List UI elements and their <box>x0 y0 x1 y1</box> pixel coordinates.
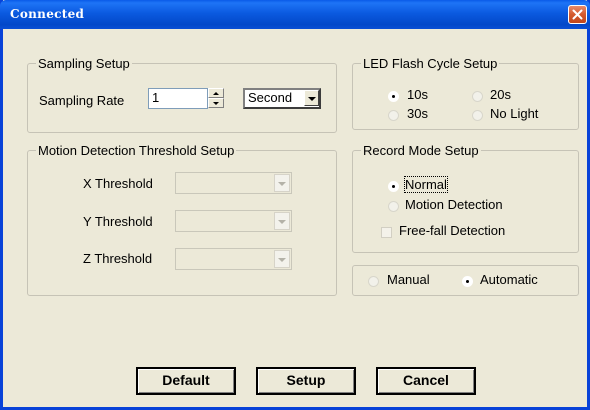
z-threshold-label: Z Threshold <box>83 251 153 266</box>
led-flash-group: LED Flash Cycle Setup <box>352 56 579 130</box>
y-threshold-select[interactable] <box>175 210 292 232</box>
cancel-button-label: Cancel <box>403 372 449 388</box>
spin-down-button[interactable] <box>208 98 224 108</box>
setup-button-label: Setup <box>286 372 326 388</box>
freefall-label: Free-fall Detection <box>399 223 506 238</box>
spin-up-button[interactable] <box>208 88 224 98</box>
spin-up-icon <box>213 92 219 95</box>
led-radio-10s[interactable] <box>388 91 399 102</box>
mode-radio-manual[interactable] <box>368 276 379 287</box>
chevron-down-icon <box>308 97 316 101</box>
led-radio-no-light[interactable] <box>472 110 483 121</box>
default-button-label: Default <box>162 372 210 388</box>
led-label-30s: 30s <box>407 106 428 121</box>
led-radio-20s[interactable] <box>472 91 483 102</box>
chevron-down-icon <box>278 220 286 224</box>
motion-threshold-title: Motion Detection Threshold Setup <box>36 143 237 158</box>
record-mode-title: Record Mode Setup <box>361 143 481 158</box>
close-button[interactable] <box>568 5 587 24</box>
mode-label-automatic: Automatic <box>480 272 538 287</box>
record-radio-motion[interactable] <box>388 201 399 212</box>
dialog-window: Connected Sampling Setup Sampling Rate 1… <box>0 0 590 410</box>
sampling-setup-title: Sampling Setup <box>36 56 132 71</box>
y-threshold-dropdown-button[interactable] <box>274 212 290 230</box>
led-label-20s: 20s <box>490 87 511 102</box>
title-bar[interactable]: Connected <box>0 0 590 29</box>
sampling-rate-label: Sampling Rate <box>39 93 125 108</box>
mode-radio-automatic[interactable] <box>462 276 473 287</box>
chevron-down-icon <box>278 258 286 262</box>
window-title: Connected <box>10 7 85 21</box>
default-button[interactable]: Default <box>136 367 236 395</box>
sampling-unit-select[interactable]: Second <box>243 88 321 109</box>
setup-button[interactable]: Setup <box>256 367 356 395</box>
record-label-normal: Normal <box>404 176 448 193</box>
sampling-unit-dropdown-button[interactable] <box>304 90 319 106</box>
chevron-down-icon <box>278 182 286 186</box>
x-threshold-dropdown-button[interactable] <box>274 174 290 192</box>
x-threshold-label: X Threshold <box>83 176 153 191</box>
freefall-checkbox[interactable] <box>381 227 392 238</box>
led-flash-title: LED Flash Cycle Setup <box>361 56 500 71</box>
x-threshold-select[interactable] <box>175 172 292 194</box>
led-label-no-light: No Light <box>490 106 539 121</box>
sampling-unit-value: Second <box>248 90 293 105</box>
close-icon <box>572 9 583 20</box>
led-label-10s: 10s <box>407 87 428 102</box>
y-threshold-label: Y Threshold <box>83 214 153 229</box>
spin-down-icon <box>213 102 219 105</box>
z-threshold-select[interactable] <box>175 248 292 270</box>
sampling-rate-input[interactable]: 1 <box>148 88 208 109</box>
led-radio-30s[interactable] <box>388 110 399 121</box>
mode-label-manual: Manual <box>387 272 430 287</box>
sampling-rate-spinner[interactable] <box>208 88 224 108</box>
record-radio-normal[interactable] <box>388 181 399 192</box>
z-threshold-dropdown-button[interactable] <box>274 250 290 268</box>
record-label-motion: Motion Detection <box>405 197 503 212</box>
cancel-button[interactable]: Cancel <box>376 367 476 395</box>
